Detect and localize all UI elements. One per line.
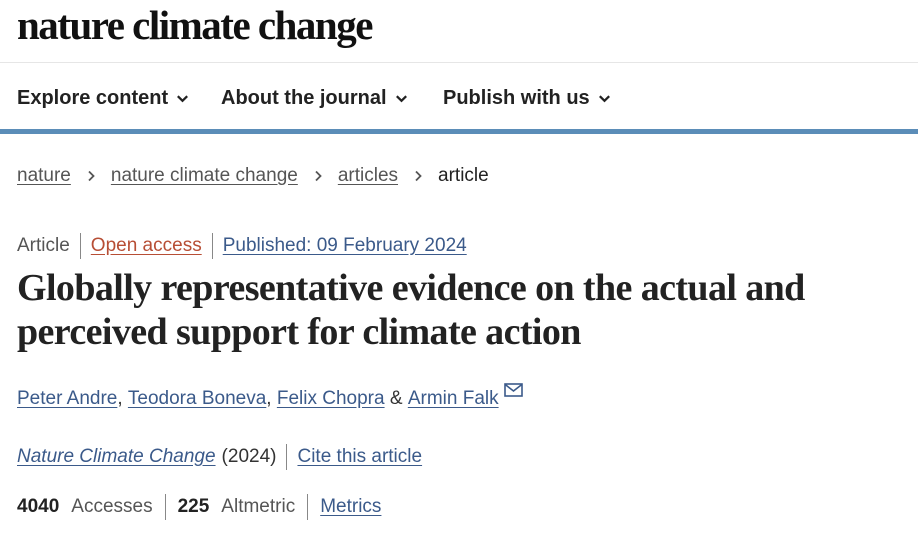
- author-separator: &: [384, 388, 408, 409]
- altmetric-count: 225: [177, 496, 210, 517]
- nav-item-label: Publish with us: [443, 87, 590, 109]
- breadcrumb-current: article: [438, 165, 489, 186]
- article-metrics: 4040 Accesses 225 Altmetric Metrics: [17, 494, 381, 520]
- citation-line: Nature Climate Change (2024) Cite this a…: [17, 444, 422, 470]
- altmetric-label: Altmetric: [221, 496, 296, 517]
- author-separator: ,: [117, 388, 128, 409]
- breadcrumb-link-nature[interactable]: nature: [17, 164, 71, 188]
- accesses-count: 4040: [17, 496, 60, 517]
- journal-logo[interactable]: nature climate change: [17, 0, 373, 50]
- nav-item-label: Explore content: [17, 87, 169, 109]
- cite-article-link[interactable]: Cite this article: [297, 445, 422, 469]
- open-access-link[interactable]: Open access: [91, 234, 202, 258]
- author-link[interactable]: Teodora Boneva: [128, 387, 266, 411]
- breadcrumb-link-journal[interactable]: nature climate change: [111, 164, 298, 188]
- chevron-down-icon: [395, 94, 407, 102]
- mail-icon[interactable]: [503, 383, 523, 397]
- author-list: Peter Andre, Teodora Boneva, Felix Chopr…: [17, 383, 523, 411]
- breadcrumb: nature nature climate change articles ar…: [17, 164, 489, 188]
- metrics-link[interactable]: Metrics: [320, 495, 381, 519]
- nav-item-label: About the journal: [221, 87, 387, 109]
- chevron-down-icon: [598, 94, 610, 102]
- nav-explore-content[interactable]: Explore content: [17, 86, 190, 110]
- article-type: Article: [17, 235, 70, 256]
- chevron-down-icon: [177, 94, 189, 102]
- article-meta: Article Open access Published: 09 Februa…: [17, 233, 467, 259]
- author-link[interactable]: Felix Chopra: [277, 387, 385, 411]
- site-header: nature climate change: [0, 0, 918, 63]
- publication-year: (2024): [221, 446, 277, 467]
- journal-name-link[interactable]: Nature Climate Change: [17, 445, 216, 469]
- author-separator: ,: [266, 388, 277, 409]
- nav-about-journal[interactable]: About the journal: [221, 86, 409, 110]
- chevron-right-icon: [88, 170, 95, 182]
- main-nav: Explore content About the journal Publis…: [0, 63, 918, 129]
- chevron-right-icon: [315, 170, 322, 182]
- accesses-label: Accesses: [71, 496, 153, 517]
- divider: [79, 233, 81, 259]
- author-link[interactable]: Peter Andre: [17, 387, 117, 411]
- divider: [286, 444, 288, 470]
- nav-publish-with-us[interactable]: Publish with us: [443, 86, 612, 110]
- article-title: Globally representative evidence on the …: [17, 267, 805, 353]
- nav-accent-bar: [0, 129, 918, 134]
- author-link[interactable]: Armin Falk: [408, 387, 499, 411]
- breadcrumb-link-articles[interactable]: articles: [338, 164, 398, 188]
- divider: [307, 494, 309, 520]
- chevron-right-icon: [415, 170, 422, 182]
- divider: [164, 494, 166, 520]
- published-date-link[interactable]: Published: 09 February 2024: [223, 234, 467, 258]
- divider: [211, 233, 213, 259]
